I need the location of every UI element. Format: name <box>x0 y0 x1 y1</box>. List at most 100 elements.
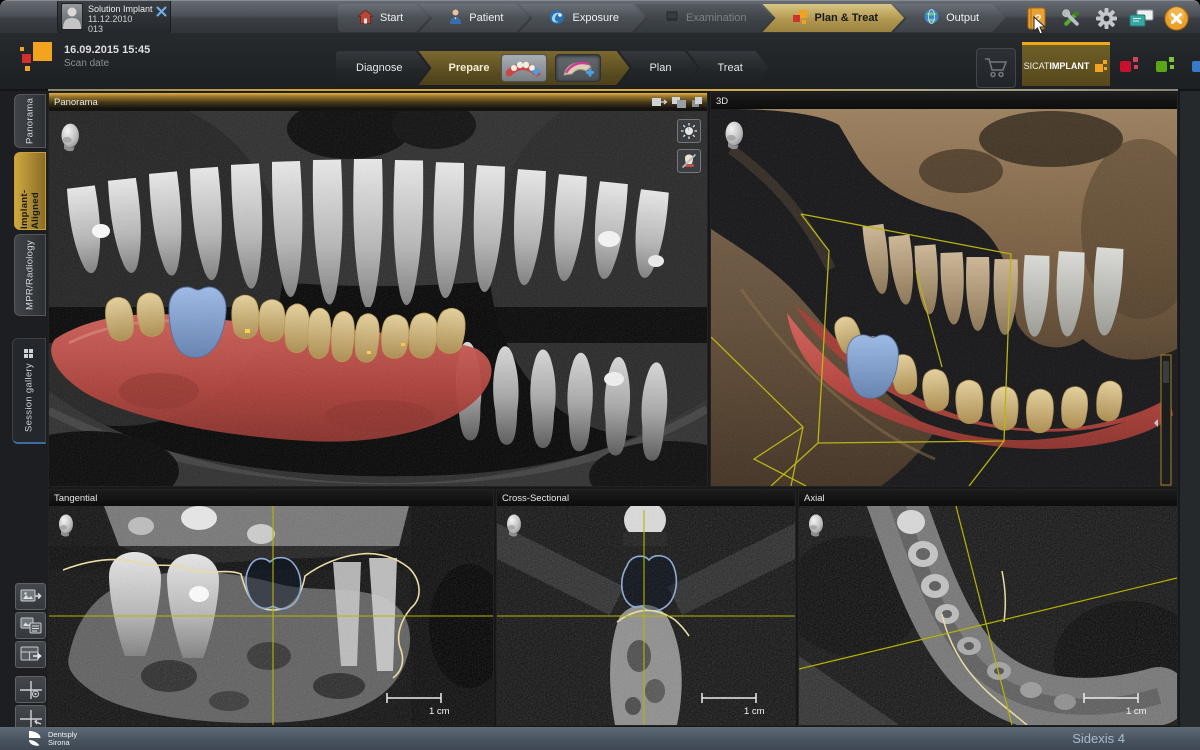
shop-cart-button[interactable] <box>976 48 1016 88</box>
workspace-tab-mpr-radiology[interactable]: MPR/Radiology <box>14 234 46 316</box>
3d-view-header: 3D <box>711 93 1177 109</box>
title-bar: Solution Implant 11.12.2010 013 Start Pa… <box>0 0 1200 33</box>
panorama-view-title: Panorama <box>54 97 98 108</box>
product-name: Sidexis 4 <box>1072 731 1125 746</box>
workspace: Panorama Implant-Aligned MPR/Radiology S… <box>0 91 1200 727</box>
svg-text:1 cm: 1 cm <box>1126 706 1147 717</box>
copy-image-button[interactable] <box>15 612 46 639</box>
import-optical-impression-button[interactable] <box>501 54 547 82</box>
session-gallery-tab[interactable]: Session gallery <box>12 338 46 444</box>
plan-treat-icon <box>793 10 808 27</box>
app-button-label: SICATIMPLANT <box>1024 61 1090 71</box>
copy-view-icon[interactable] <box>672 97 687 108</box>
sicat-implant-logo-icon <box>1092 58 1108 74</box>
tangential-slice-image[interactable]: 1 cm <box>49 506 493 725</box>
3d-view-panel[interactable]: 3D <box>710 92 1178 487</box>
nav-tab-label: Output <box>946 12 979 24</box>
3d-volume-render[interactable] <box>711 109 1177 486</box>
cross-sectional-view-title: Cross-Sectional <box>502 493 569 504</box>
export-image-button[interactable] <box>15 583 46 610</box>
nav-tab-label: Start <box>380 12 403 24</box>
workflow-step-label: Plan <box>649 62 671 74</box>
cross-sectional-view-panel[interactable]: Cross-Sectional <box>496 489 796 726</box>
tangential-view-title: Tangential <box>54 493 97 504</box>
nav-tab-start[interactable]: Start <box>338 4 429 32</box>
status-bar: Dentsply Sirona Sidexis 4 <box>0 727 1200 750</box>
panorama-view-panel[interactable]: Panorama <box>48 92 708 487</box>
sicat-logo <box>20 41 56 78</box>
toggle-crosshairs-button[interactable] <box>15 676 46 703</box>
nav-tab-label: Examination <box>686 12 747 24</box>
patient-name: Solution Implant <box>88 4 153 14</box>
cross-sectional-slice-image[interactable]: 1 cm <box>497 506 795 725</box>
axial-view-header: Axial <box>799 490 1177 506</box>
workflow-step-prepare[interactable]: Prepare <box>418 51 629 85</box>
toggle-impressions-button[interactable] <box>677 149 701 173</box>
nav-tab-output[interactable]: Output <box>894 4 1005 32</box>
tools-button[interactable] <box>1058 5 1085 32</box>
brightness-contrast-button[interactable] <box>677 119 701 143</box>
tangential-view-panel[interactable]: Tangential <box>48 489 494 726</box>
workspace-tab-label: MPR/Radiology <box>25 240 36 310</box>
application-toolbar: 16.09.2015 15:45 Scan date Diagnose Prep… <box>0 33 1200 89</box>
svg-text:1 cm: 1 cm <box>744 706 765 717</box>
axial-view-panel[interactable]: Axial <box>798 489 1178 726</box>
axial-slice-image[interactable]: 1 cm <box>799 506 1177 725</box>
export-view-icon[interactable] <box>652 97 667 108</box>
gallery-icon <box>25 349 34 358</box>
workflow-step-diagnose[interactable]: Diagnose <box>336 51 428 85</box>
workspace-tab-label: Implant-Aligned <box>19 153 41 229</box>
examination-icon <box>665 10 679 26</box>
tangential-view-header: Tangential <box>49 490 493 506</box>
nav-tab-label: Exposure <box>572 12 618 24</box>
nav-tab-plan-treat[interactable]: Plan & Treat <box>763 4 905 32</box>
app-green-icon[interactable] <box>1156 55 1176 73</box>
close-app-button[interactable] <box>1163 5 1190 32</box>
dentsply-sirona-brand: Dentsply Sirona <box>26 730 77 747</box>
nav-tab-label: Plan & Treat <box>815 12 879 24</box>
patient-avatar <box>61 3 83 30</box>
settings-gear-icon[interactable] <box>1093 5 1120 32</box>
panorama-view-header: Panorama <box>49 93 707 111</box>
workspace-tab-panorama[interactable]: Panorama <box>14 94 46 148</box>
workspace-tab-implant-aligned[interactable]: Implant-Aligned <box>14 152 46 230</box>
workflow-step-label: Prepare <box>448 62 489 74</box>
system-icons: ? <box>1023 4 1190 32</box>
workflow-bar: Diagnose Prepare Plan Treat <box>336 51 769 85</box>
patient-date: 11.12.2010 <box>88 14 153 24</box>
maximize-view-icon[interactable] <box>692 97 702 107</box>
dentsply-sirona-logo <box>26 730 43 747</box>
app-red-icon[interactable] <box>1120 55 1140 73</box>
workspace-sidebar: Panorama Implant-Aligned MPR/Radiology S… <box>0 91 48 727</box>
workspace-tab-label: Panorama <box>25 98 36 144</box>
close-patient-icon[interactable] <box>156 4 167 15</box>
panorama-xray-image[interactable] <box>49 111 707 486</box>
sicat-implant-app-button[interactable]: SICATIMPLANT <box>1022 42 1110 86</box>
workflow-step-plan[interactable]: Plan <box>619 51 697 85</box>
cross-sectional-view-header: Cross-Sectional <box>497 490 795 506</box>
session-gallery-label: Session gallery <box>24 364 35 433</box>
output-icon <box>924 9 939 27</box>
scan-datetime: 16.09.2015 15:45 <box>64 44 150 57</box>
brand-line2: Sirona <box>48 739 77 747</box>
adjust-panoramic-curve-button[interactable] <box>555 54 601 82</box>
scan-info: 16.09.2015 15:45 Scan date <box>64 44 150 70</box>
nav-tab-examination: Examination <box>635 4 773 32</box>
home-icon <box>358 10 373 27</box>
patient-info: Solution Implant 11.12.2010 013 <box>88 3 153 31</box>
workflow-step-treat[interactable]: Treat <box>688 51 769 85</box>
feedback-screens-icon[interactable] <box>1128 5 1155 32</box>
patient-card[interactable]: Solution Implant 11.12.2010 013 <box>57 1 171 34</box>
panoramic-curve-icon <box>560 57 596 79</box>
nav-tab-patient[interactable]: Patient <box>419 4 529 32</box>
nav-tab-exposure[interactable]: Exposure <box>519 4 644 32</box>
3d-view-title: 3D <box>716 96 728 107</box>
app-blue-icon[interactable] <box>1192 55 1200 73</box>
svg-text:1 cm: 1 cm <box>429 706 450 717</box>
export-workspace-button[interactable] <box>15 641 46 668</box>
nav-tab-label: Patient <box>469 12 503 24</box>
exposure-icon <box>549 9 565 28</box>
main-navigation: Start Patient Exposure Examination Plan … <box>338 4 1005 32</box>
window-right-frame <box>1180 91 1200 727</box>
optical-impression-icon <box>506 57 542 79</box>
